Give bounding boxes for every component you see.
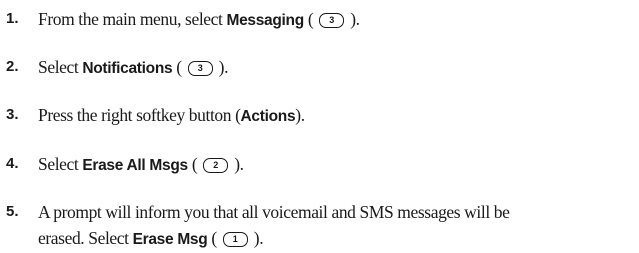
softkey-name: Actions (240, 108, 296, 125)
paren-open: ( (207, 228, 221, 248)
step-1: 1. From the main menu, select Messaging … (6, 6, 360, 34)
step-number: 2. (6, 58, 19, 75)
paren-close: ). (249, 228, 264, 248)
keypad-key-icon: 3 (319, 13, 345, 28)
menu-item-name: Notifications (82, 60, 173, 77)
keypad-key-icon: 3 (187, 61, 213, 76)
paren-open: ( (187, 154, 202, 174)
keypad-key-icon: 2 (203, 158, 229, 173)
step-3: 3. Press the right softkey button (Actio… (6, 102, 305, 130)
menu-item-name: Erase Msg (132, 231, 208, 248)
paren-close: ). (346, 9, 360, 29)
step-number: 4. (6, 155, 19, 172)
step-text: Select (38, 154, 83, 174)
step-text: Select (38, 57, 83, 77)
keypad-key-icon: 1 (222, 232, 248, 247)
step-text-end: ). (295, 105, 305, 125)
step-4: 4. Select Erase All Msgs ( 2 ). (6, 151, 244, 179)
step-number: 1. (6, 10, 19, 27)
step-number: 5. (6, 203, 19, 220)
step-number: 3. (6, 106, 19, 123)
paren-open: ( (303, 9, 318, 29)
step-2: 2. Select Notifications ( 3 ). (6, 54, 229, 82)
step-text: Press the right softkey button ( (38, 105, 241, 125)
menu-item-name: Messaging (226, 12, 304, 29)
paren-close: ). (230, 154, 244, 174)
menu-item-name: Erase All Msgs (82, 157, 188, 174)
step-text: erased. Select (38, 228, 133, 248)
paren-close: ). (214, 57, 229, 77)
step-text: From the main menu, select (38, 9, 227, 29)
step-5: 5. A prompt will inform you that all voi… (6, 199, 510, 253)
step-text-line-1: A prompt will inform you that all voicem… (38, 202, 510, 222)
paren-open: ( (172, 57, 186, 77)
